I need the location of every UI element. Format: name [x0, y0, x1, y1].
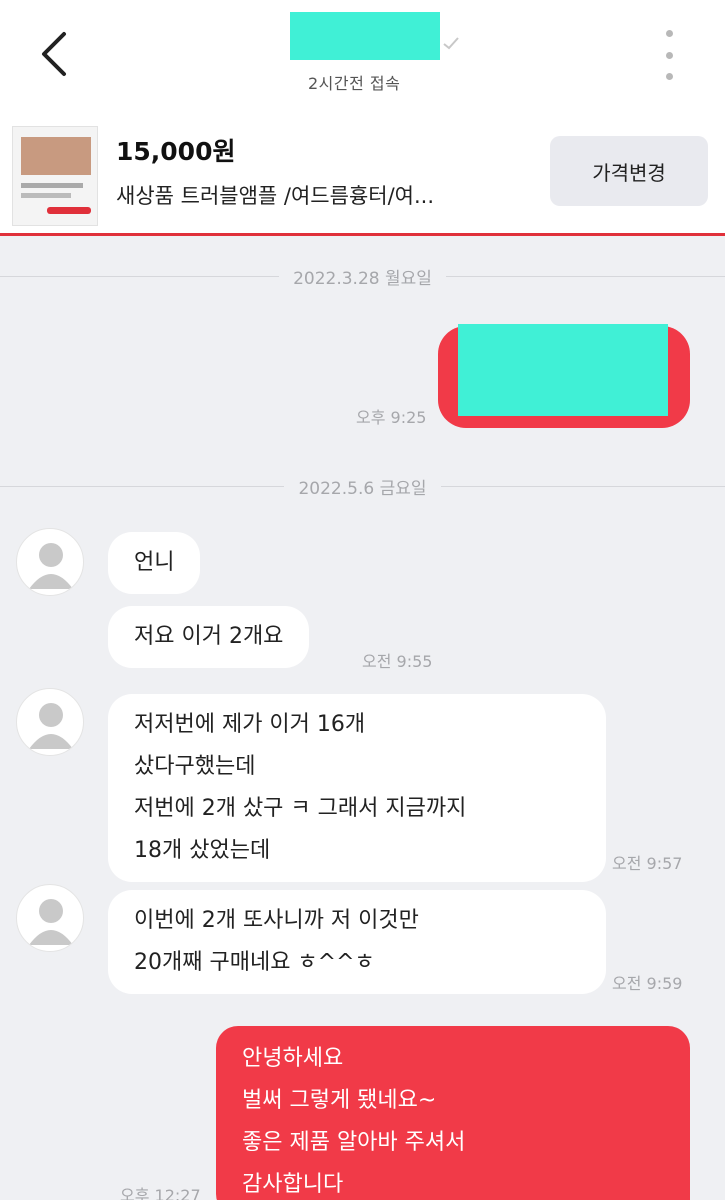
- date-label: 2022.5.6 금요일: [284, 473, 441, 499]
- chat-header: 2시간전 접속: [0, 0, 725, 112]
- partner-name-redaction: [290, 12, 440, 60]
- chevron-left-icon: [42, 32, 66, 76]
- chat-partner-info[interactable]: 2시간전 접속: [290, 8, 490, 98]
- product-thumbnail[interactable]: [12, 126, 98, 226]
- message-line: 샀다구했는데: [134, 754, 256, 779]
- message-line: 안녕하세요: [242, 1046, 344, 1071]
- message-line: 좋은 제품 알아바 주셔서: [242, 1130, 466, 1155]
- more-menu-button[interactable]: [655, 30, 683, 80]
- date-divider: 2022.5.6 금요일: [0, 472, 725, 500]
- message-bubble-other[interactable]: 이번에 2개 또사니까 저 이것만 20개째 구매네요 ㅎ^^ㅎ: [108, 890, 606, 994]
- check-icon: [443, 37, 459, 50]
- date-label: 2022.3.28 월요일: [279, 263, 446, 289]
- message-line: 감사합니다: [242, 1172, 344, 1197]
- message-time: 오전 9:57: [612, 854, 683, 873]
- message-line: 벌써 그렇게 됐네요~: [242, 1088, 437, 1113]
- message-line: 저저번에 제가 이거 16개: [134, 712, 366, 737]
- price-change-button[interactable]: 가격변경: [550, 136, 708, 206]
- user-icon: [29, 703, 73, 749]
- product-summary[interactable]: 15,000원 새상품 트러블앰플 /여드름흉터/여... 가격변경: [0, 112, 725, 236]
- avatar[interactable]: [16, 528, 84, 596]
- message-time: 오후 12:27: [120, 1186, 201, 1200]
- avatar[interactable]: [16, 688, 84, 756]
- message-bubble-other[interactable]: 저요 이거 2개요: [108, 606, 310, 668]
- message-time: 오전 9:59: [612, 974, 683, 993]
- back-button[interactable]: [30, 28, 76, 80]
- more-vertical-icon: [665, 30, 673, 37]
- message-line: 이번에 2개 또사니까 저 이것만: [134, 908, 419, 933]
- message-bubble-mine[interactable]: 안녕하세요 벌써 그렇게 됐네요~ 좋은 제품 알아바 주셔서 감사합니다: [216, 1026, 690, 1200]
- message-line: 20개째 구매네요 ㅎ^^ㅎ: [134, 950, 375, 975]
- avatar[interactable]: [16, 884, 84, 952]
- user-icon: [29, 899, 73, 945]
- message-bubble-mine[interactable]: [438, 324, 690, 428]
- message-text: 저요 이거 2개요: [134, 624, 284, 649]
- message-line: 저번에 2개 샀구 ㅋ 그래서 지금까지: [134, 796, 467, 821]
- message-bubble-other[interactable]: 언니: [108, 532, 201, 594]
- message-bubble-other[interactable]: 저저번에 제가 이거 16개 샀다구했는데 저번에 2개 샀구 ㅋ 그래서 지금…: [108, 694, 606, 882]
- last-seen-status: 2시간전 접속: [308, 74, 401, 93]
- message-time: 오후 9:25: [356, 408, 427, 427]
- message-text: 언니: [134, 550, 175, 575]
- date-divider: 2022.3.28 월요일: [0, 262, 725, 290]
- message-line: 18개 샀었는데: [134, 838, 271, 863]
- product-price: 15,000원: [116, 137, 236, 166]
- product-title: 새상품 트러블앰플 /여드름흉터/여...: [116, 184, 435, 208]
- message-redaction: [458, 324, 668, 416]
- message-time: 오전 9:55: [362, 652, 433, 671]
- user-icon: [29, 543, 73, 589]
